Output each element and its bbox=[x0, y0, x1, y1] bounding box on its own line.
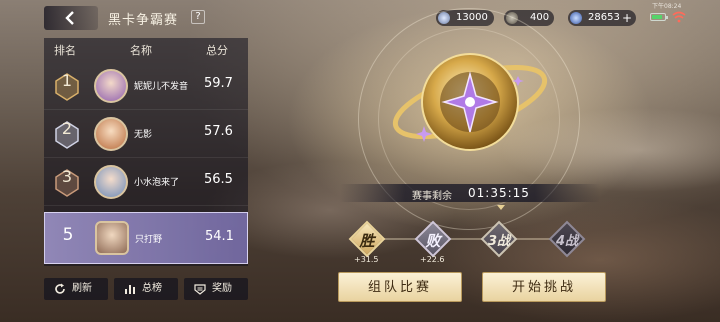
bar-chart-icon bbox=[125, 285, 135, 294]
player-name: 小水泡来了 bbox=[134, 178, 180, 188]
match-slot-3: 3战 bbox=[480, 220, 518, 258]
status-time: 下午08:24 bbox=[652, 3, 682, 10]
leaderboard-row-self[interactable]: 5 只打野 54.1 bbox=[44, 212, 248, 264]
player-name: 无影 bbox=[134, 130, 153, 140]
player-score: 59.7 bbox=[204, 76, 233, 91]
match-result-lose: 败 bbox=[414, 220, 452, 258]
player-name: 妮妮儿不发音 bbox=[134, 82, 189, 92]
wifi-icon bbox=[672, 11, 686, 23]
player-score: 57.6 bbox=[204, 124, 233, 139]
currency-coins: 28653 + bbox=[568, 10, 636, 26]
leaderboard-row[interactable]: 1 妮妮儿不发音 59.7 bbox=[44, 62, 248, 110]
match-points-1: +31.5 bbox=[354, 255, 379, 264]
header-name: 名称 bbox=[130, 44, 152, 57]
match-slot-4: 4战 bbox=[548, 220, 586, 258]
currency-coins-value: 28653 bbox=[588, 12, 620, 23]
current-match-indicator-icon bbox=[497, 205, 505, 210]
timer-value: 01:35:15 bbox=[468, 186, 530, 200]
help-icon[interactable]: ? bbox=[191, 10, 205, 24]
avatar[interactable] bbox=[95, 221, 129, 255]
black-card-emblem-icon bbox=[392, 53, 548, 151]
back-arrow-icon bbox=[65, 11, 74, 25]
match-points-2: +22.6 bbox=[420, 255, 445, 264]
refresh-button[interactable]: 刷新 bbox=[44, 278, 108, 300]
rank-number: 5 bbox=[62, 225, 74, 245]
ranking-label: 总榜 bbox=[142, 283, 162, 294]
leaderboard-panel: 排名 名称 总分 1 妮妮儿不发音 59.7 2 无影 57.6 3 小水泡来了… bbox=[44, 38, 248, 266]
rank-number: 3 bbox=[61, 167, 73, 186]
event-timer: 赛事剩余 01:35:15 bbox=[340, 184, 600, 202]
team-match-button[interactable]: 组队比赛 bbox=[338, 272, 462, 302]
header-score: 总分 bbox=[206, 44, 228, 57]
battery-icon bbox=[650, 13, 668, 21]
reward-button[interactable]: 奖励 bbox=[184, 278, 248, 300]
rank-number: 2 bbox=[61, 119, 73, 138]
player-score: 54.1 bbox=[205, 229, 234, 244]
reward-shield-icon bbox=[194, 284, 206, 295]
match-progress-track bbox=[367, 238, 567, 240]
page-title: 黑卡争霸赛 bbox=[108, 13, 179, 28]
ranking-button[interactable]: 总榜 bbox=[114, 278, 178, 300]
currency-cards-value: 400 bbox=[530, 12, 550, 23]
avatar[interactable] bbox=[94, 117, 128, 151]
player-score: 56.5 bbox=[204, 172, 233, 187]
player-name: 只打野 bbox=[135, 235, 163, 245]
leaderboard-header: 排名 名称 总分 bbox=[44, 38, 248, 60]
add-coins-button[interactable]: + bbox=[622, 10, 632, 26]
leaderboard-row[interactable]: 2 无影 57.6 bbox=[44, 110, 248, 158]
avatar[interactable] bbox=[94, 69, 128, 103]
timer-label: 赛事剩余 bbox=[412, 191, 452, 202]
avatar[interactable] bbox=[94, 165, 128, 199]
top-bar: 黑卡争霸赛 ? 13000 400 28653 + 下午08:24 bbox=[0, 0, 720, 34]
reward-label: 奖励 bbox=[212, 283, 232, 294]
refresh-icon bbox=[55, 283, 65, 294]
leaderboard-row[interactable]: 3 小水泡来了 56.5 bbox=[44, 158, 248, 206]
coin-icon bbox=[570, 12, 582, 24]
back-button[interactable] bbox=[44, 6, 98, 30]
rank-number: 1 bbox=[61, 71, 73, 90]
match-result-win: 胜 bbox=[348, 220, 386, 258]
header-rank: 排名 bbox=[54, 44, 76, 57]
refresh-label: 刷新 bbox=[72, 283, 92, 294]
start-challenge-button[interactable]: 开始挑战 bbox=[482, 272, 606, 302]
